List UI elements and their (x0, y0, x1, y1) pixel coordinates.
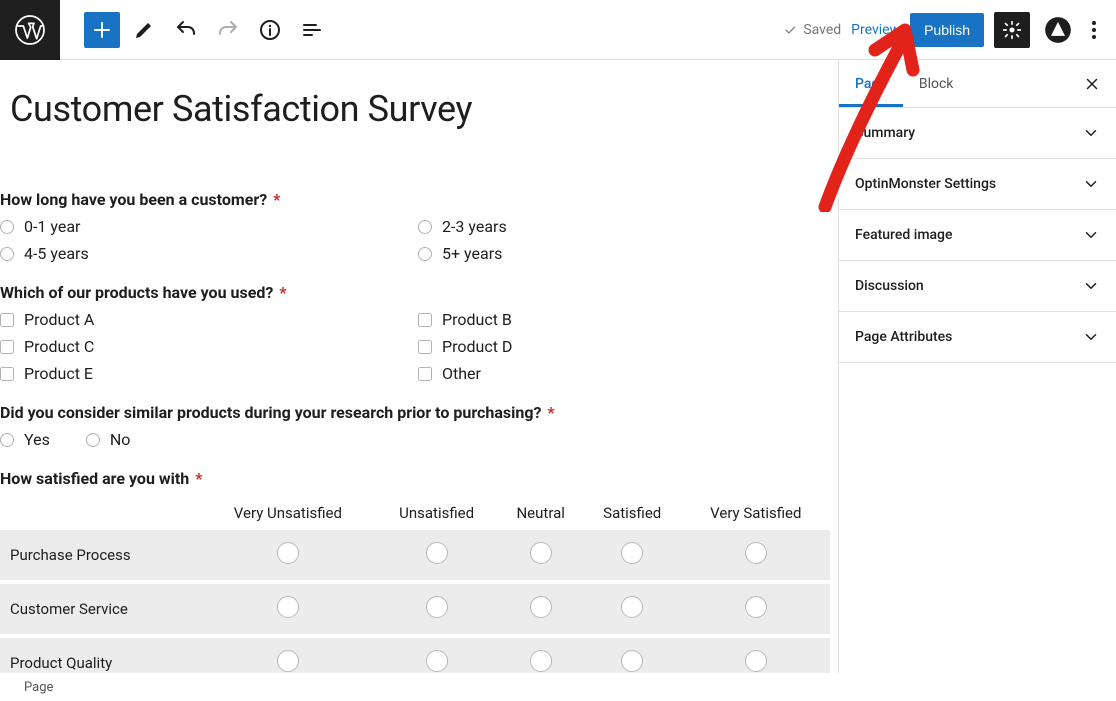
required-asterisk: * (269, 190, 280, 209)
panel-summary[interactable]: Summary (839, 108, 1116, 159)
likert-col-header: Very Unsatisfied (201, 496, 375, 530)
tab-block[interactable]: Block (903, 60, 970, 107)
toolbar-left-group (84, 12, 330, 48)
likert-radio[interactable] (530, 596, 552, 618)
likert-row-label: Customer Service (0, 582, 201, 636)
panel-optinmonster[interactable]: OptinMonster Settings (839, 159, 1116, 210)
checkbox-option[interactable]: Product E (0, 364, 410, 383)
block-breadcrumb[interactable]: Page (0, 673, 1116, 701)
chevron-down-icon (1082, 175, 1100, 193)
form-block: How long have you been a customer? * 0-1… (0, 190, 838, 673)
radio-option[interactable]: No (86, 430, 131, 449)
likert-radio[interactable] (745, 542, 767, 564)
radio-option[interactable]: 4-5 years (0, 244, 410, 263)
likert-radio[interactable] (621, 650, 643, 672)
checkbox-input[interactable] (418, 340, 432, 354)
add-block-button[interactable] (84, 12, 120, 48)
likert-col-header: Very Satisfied (682, 496, 830, 530)
radio-input[interactable] (0, 247, 14, 261)
likert-radio[interactable] (745, 596, 767, 618)
checkbox-option[interactable]: Product C (0, 337, 410, 356)
radio-input[interactable] (86, 433, 100, 447)
page-title[interactable]: Customer Satisfaction Survey (10, 88, 838, 130)
likert-radio[interactable] (426, 542, 448, 564)
likert-col-header: Unsatisfied (375, 496, 499, 530)
likert-radio[interactable] (277, 596, 299, 618)
chevron-down-icon (1082, 328, 1100, 346)
checkbox-input[interactable] (418, 313, 432, 327)
checkbox-option[interactable]: Product B (418, 310, 828, 329)
question-label: Did you consider similar products during… (0, 403, 828, 422)
checkbox-input[interactable] (0, 340, 14, 354)
panel-page-attributes[interactable]: Page Attributes (839, 312, 1116, 363)
likert-col-header: Satisfied (583, 496, 682, 530)
likert-row: Purchase Process (0, 530, 830, 582)
radio-input[interactable] (418, 247, 432, 261)
required-asterisk: * (543, 403, 554, 422)
radio-input[interactable] (0, 433, 14, 447)
likert-col-header: Neutral (499, 496, 583, 530)
likert-radio[interactable] (621, 542, 643, 564)
undo-button[interactable] (168, 12, 204, 48)
radio-option[interactable]: 2-3 years (418, 217, 828, 236)
more-options-menu[interactable] (1086, 15, 1102, 45)
required-asterisk: * (275, 283, 286, 302)
wordpress-logo[interactable] (0, 0, 60, 60)
required-asterisk: * (191, 469, 202, 488)
radio-option[interactable]: 5+ years (418, 244, 828, 263)
outline-list-button[interactable] (294, 12, 330, 48)
publish-button[interactable]: Publish (910, 13, 984, 47)
likert-radio[interactable] (277, 542, 299, 564)
checkbox-option[interactable]: Other (418, 364, 828, 383)
checkbox-input[interactable] (0, 313, 14, 327)
checkbox-input[interactable] (0, 367, 14, 381)
likert-row-label: Purchase Process (0, 530, 201, 582)
chevron-down-icon (1082, 277, 1100, 295)
likert-radio[interactable] (277, 650, 299, 672)
checkbox-option[interactable]: Product D (418, 337, 828, 356)
question-label: Which of our products have you used? * (0, 283, 828, 302)
plugin-aioseo-button[interactable] (1040, 12, 1076, 48)
likert-radio[interactable] (621, 596, 643, 618)
likert-radio[interactable] (745, 650, 767, 672)
preview-link[interactable]: Preview (851, 22, 900, 38)
settings-sidebar: Page Block Summary OptinMonster Settings… (838, 60, 1116, 673)
likert-table: Very Unsatisfied Unsatisfied Neutral Sat… (0, 496, 830, 673)
likert-radio[interactable] (530, 650, 552, 672)
panel-featured-image[interactable]: Featured image (839, 210, 1116, 261)
checkbox-option[interactable]: Product A (0, 310, 410, 329)
question-label: How satisfied are you with * (0, 469, 828, 488)
likert-radio[interactable] (426, 596, 448, 618)
edit-tool-button[interactable] (126, 12, 162, 48)
likert-radio[interactable] (426, 650, 448, 672)
likert-row-label: Product Quality (0, 636, 201, 673)
saved-label: Saved (803, 22, 841, 38)
chevron-down-icon (1082, 124, 1100, 142)
editor-canvas[interactable]: Customer Satisfaction Survey How long ha… (0, 60, 838, 673)
radio-input[interactable] (0, 220, 14, 234)
settings-sidebar-toggle[interactable] (994, 12, 1030, 48)
editor-top-toolbar: Saved Preview Publish (0, 0, 1116, 60)
document-info-button[interactable] (252, 12, 288, 48)
chevron-down-icon (1082, 226, 1100, 244)
radio-input[interactable] (418, 220, 432, 234)
likert-radio[interactable] (530, 542, 552, 564)
panel-discussion[interactable]: Discussion (839, 261, 1116, 312)
radio-option[interactable]: 0-1 year (0, 217, 410, 236)
radio-option[interactable]: Yes (0, 430, 50, 449)
sidebar-tabs: Page Block (839, 60, 1116, 108)
likert-row: Product Quality (0, 636, 830, 673)
likert-row: Customer Service (0, 582, 830, 636)
saved-status: Saved (783, 22, 841, 38)
toolbar-right-group: Saved Preview Publish (783, 12, 1116, 48)
close-sidebar-button[interactable] (1078, 70, 1106, 98)
redo-button[interactable] (210, 12, 246, 48)
question-label: How long have you been a customer? * (0, 190, 828, 209)
tab-page[interactable]: Page (839, 60, 903, 107)
checkbox-input[interactable] (418, 367, 432, 381)
